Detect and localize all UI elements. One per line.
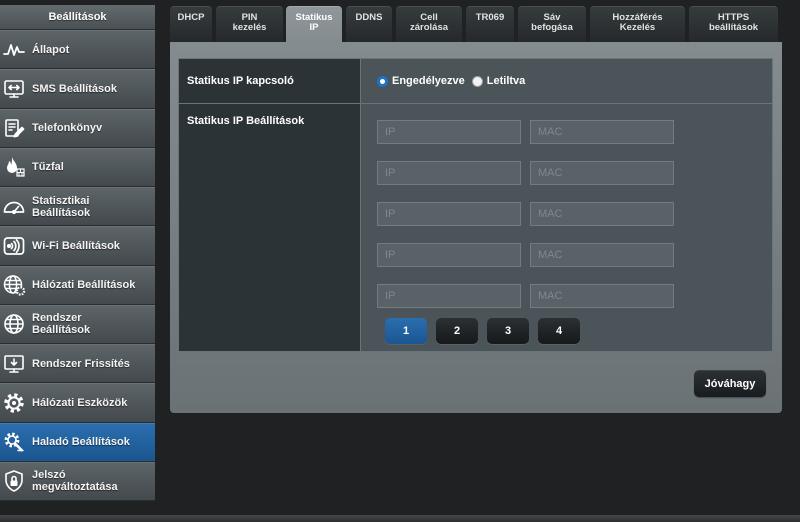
ip-input-5[interactable] [377,284,521,308]
pulse-icon [2,38,26,62]
sidebar-item-label: Hálózati Beállítások [32,279,136,292]
tab-band-lock[interactable]: Sáv befogása [518,6,586,42]
ip-input-3[interactable] [377,202,521,226]
monitor-update-icon [2,352,26,376]
wifi-icon [2,234,26,258]
globe-icon [2,312,26,336]
sidebar-item-status[interactable]: Állapot [0,30,155,70]
sidebar-item-phonebook[interactable]: Telefonkönyv [0,108,155,148]
settings-label-cell: Statikus IP Beállítások [179,104,360,351]
static-ip-settings-label: Statikus IP Beállítások [187,115,305,127]
tab-cell-lock[interactable]: Cell zárolása [396,6,462,42]
mac-input-2[interactable] [530,161,674,185]
sidebar-item-label: Telefonkönyv [32,122,103,135]
ip-input-1[interactable] [377,120,521,144]
radio-option-disabled[interactable]: Letiltva [471,75,526,87]
tab-pin-management[interactable]: PIN kezelés [216,6,283,42]
tab-ddns[interactable]: DDNS [346,6,392,42]
switch-label-cell: Statikus IP kapcsoló [179,59,360,103]
page-button-2[interactable]: 2 [436,318,478,344]
mac-input-3[interactable] [530,202,674,226]
sidebar-item-label: Rendszer Frissítés [32,357,130,370]
radio-enabled[interactable] [377,75,388,87]
sidebar-item-label: Jelszó megváltoztatása [32,469,118,494]
page-bottom-edge [0,515,800,522]
sidebar-item-label: Haladó Beállítások [32,436,130,449]
switch-value-cell: Engedélyezve Letiltva [361,59,772,103]
sidebar-item-label: Rendszer Beállítások [32,312,91,337]
tab-access-management[interactable]: Hozzáférés Kezelés [590,6,685,42]
mac-input-4[interactable] [530,243,674,267]
tab-tr069[interactable]: TR069 [466,6,514,42]
sidebar-item-network-tools[interactable]: Hálózati Eszközök [0,383,155,423]
sidebar-item-label: Statisztikai Beállítások [32,194,91,219]
advanced-gear-icon [2,430,26,454]
radio-enabled-label: Engedélyezve [392,75,465,87]
tab-https-settings[interactable]: HTTPS beállítások [689,6,778,42]
gear-icon [2,391,26,415]
sidebar-item-label: Wi-Fi Beállítások [32,239,120,252]
sidebar-item-sms-settings[interactable]: SMS Beállítások [0,69,155,109]
apply-button[interactable]: Jóváhagy [694,370,766,397]
mac-input-1[interactable] [530,120,674,144]
sms-icon [2,77,26,101]
sidebar-item-statistics-settings[interactable]: Statisztikai Beállítások [0,187,155,227]
static-ip-table: Statikus IP kapcsoló Engedélyezve Letilt… [178,58,773,352]
page-button-3[interactable]: 3 [487,318,529,344]
mac-input-5[interactable] [530,284,674,308]
sidebar-item-network-settings[interactable]: Hálózati Beállítások [0,265,155,305]
tab-bar: DHCP PIN kezelés Statikus IP DDNS Cell z… [170,6,778,42]
radio-option-enabled[interactable]: Engedélyezve [377,75,465,87]
ip-input-4[interactable] [377,243,521,267]
gauge-icon [2,195,26,219]
sidebar-item-label: Tűzfal [32,161,64,174]
sidebar-item-label: SMS Beállítások [32,82,117,95]
sidebar-item-firewall[interactable]: Tűzfal [0,147,155,187]
tab-dhcp[interactable]: DHCP [170,6,212,42]
sidebar-item-advanced-settings[interactable]: Haladó Beállítások [0,422,155,462]
sidebar-item-wifi-settings[interactable]: Wi-Fi Beállítások [0,226,155,266]
ip-input-2[interactable] [377,161,521,185]
lock-icon [2,469,26,493]
sidebar-menu: Beállítások Állapot SMS Beállítások Tele… [0,5,155,501]
content-panel: Statikus IP kapcsoló Engedélyezve Letilt… [170,42,782,413]
sidebar-item-label: Állapot [32,43,70,56]
static-ip-switch-label: Statikus IP kapcsoló [187,75,294,87]
radio-disabled[interactable] [471,75,483,87]
firewall-icon [2,155,26,179]
settings-value-cell: 1 2 3 4 [361,104,772,351]
network-globe-icon [2,273,26,297]
page-button-4[interactable]: 4 [538,318,580,344]
sidebar-item-system-settings[interactable]: Rendszer Beállítások [0,304,155,344]
page-button-1[interactable]: 1 [385,318,427,344]
sidebar-item-change-password[interactable]: Jelszó megváltoztatása [0,461,155,501]
sidebar-item-label: Hálózati Eszközök [32,396,128,409]
phonebook-icon [2,116,26,140]
sidebar-title: Beállítások [0,5,155,30]
sidebar-item-system-update[interactable]: Rendszer Frissítés [0,344,155,384]
tab-static-ip[interactable]: Statikus IP [286,6,342,42]
radio-disabled-label: Letiltva [486,75,526,87]
